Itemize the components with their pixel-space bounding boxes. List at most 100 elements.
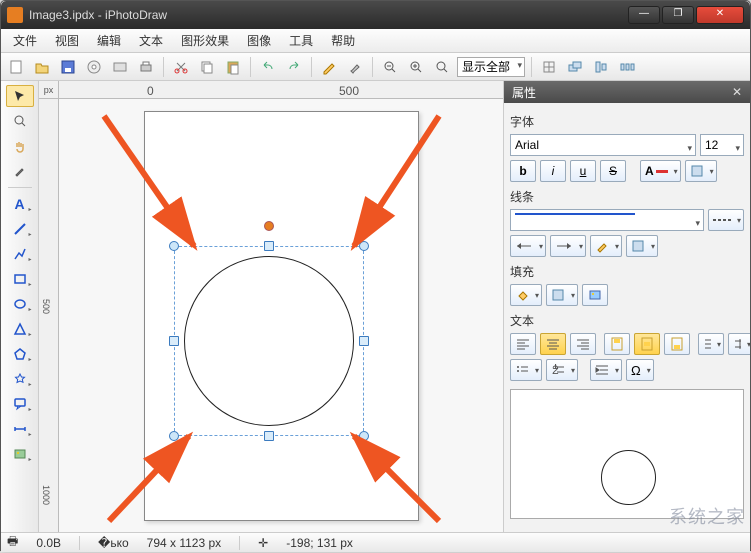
save-button[interactable] xyxy=(57,56,79,78)
svg-text:2: 2 xyxy=(552,364,559,376)
triangle-tool[interactable]: ▸ xyxy=(6,318,34,340)
maximize-button[interactable]: ❐ xyxy=(662,6,694,24)
line-start-button[interactable] xyxy=(510,235,546,257)
zoom-fit-button[interactable] xyxy=(431,56,453,78)
line-tool[interactable]: ▸ xyxy=(6,218,34,240)
zoom-in-button[interactable] xyxy=(405,56,427,78)
align-button[interactable] xyxy=(590,56,612,78)
line-style-combo[interactable] xyxy=(510,209,704,231)
menu-view[interactable]: 视图 xyxy=(47,29,87,52)
fill-color-button[interactable] xyxy=(510,284,542,306)
titlebar: Image3.ipdx - iPhotoDraw — ❐ ✕ xyxy=(1,1,750,29)
cut-button[interactable] xyxy=(170,56,192,78)
menu-text[interactable]: 文本 xyxy=(131,29,171,52)
rectangle-tool[interactable]: ▸ xyxy=(6,268,34,290)
polygon-tool[interactable]: ▸ xyxy=(6,343,34,365)
handle-e[interactable] xyxy=(359,336,369,346)
distribute-button[interactable] xyxy=(616,56,638,78)
edit-shape-button[interactable] xyxy=(318,56,340,78)
paste-button[interactable] xyxy=(222,56,244,78)
brush-button[interactable] xyxy=(344,56,366,78)
text-tool[interactable]: A▸ xyxy=(6,193,34,215)
minimize-button[interactable]: — xyxy=(628,6,660,24)
font-section-label: 字体 xyxy=(510,113,744,130)
disc-button[interactable] xyxy=(83,56,105,78)
layers-button[interactable] xyxy=(564,56,586,78)
undo-button[interactable] xyxy=(257,56,279,78)
tool-tray: A▸ ▸ ▸ ▸ ▸ ▸ ▸ ▸ ▸ ▸ ▸ xyxy=(1,81,39,532)
line-section-label: 线条 xyxy=(510,188,744,205)
align-right-button[interactable] xyxy=(570,333,596,355)
line-pattern-button[interactable] xyxy=(626,235,658,257)
ruler-unit: px xyxy=(39,81,59,99)
image-tool[interactable]: ▸ xyxy=(6,443,34,465)
handle-w[interactable] xyxy=(169,336,179,346)
zoom-tool[interactable] xyxy=(6,110,34,132)
menu-edit[interactable]: 编辑 xyxy=(89,29,129,52)
text-section-label: 文本 xyxy=(510,312,744,329)
valign-bottom-button[interactable] xyxy=(664,333,690,355)
window-title: Image3.ipdx - iPhotoDraw xyxy=(29,8,628,22)
zoom-out-button[interactable] xyxy=(379,56,401,78)
callout-tool[interactable]: ▸ xyxy=(6,393,34,415)
copy-button[interactable] xyxy=(196,56,218,78)
number-list-button[interactable]: 12 xyxy=(546,359,578,381)
font-name-combo[interactable]: Arial xyxy=(510,134,696,156)
font-color-button[interactable]: A xyxy=(640,160,681,182)
align-center-button[interactable] xyxy=(540,333,566,355)
status-cursor: -198; 131 px xyxy=(286,536,353,550)
ellipse-tool[interactable]: ▸ xyxy=(6,293,34,315)
properties-panel: 属性 ✕ 字体 Arial 12 b i u S A 线条 xyxy=(504,81,750,532)
star-tool[interactable]: ▸ xyxy=(6,368,34,390)
properties-body: 字体 Arial 12 b i u S A 线条 xyxy=(504,103,750,532)
rotation-handle[interactable] xyxy=(264,221,274,231)
dimension-tool[interactable]: ▸ xyxy=(6,418,34,440)
hand-tool[interactable] xyxy=(6,135,34,157)
redo-button[interactable] xyxy=(283,56,305,78)
line-color-button[interactable] xyxy=(590,235,622,257)
polyline-tool[interactable]: ▸ xyxy=(6,243,34,265)
zoom-combo[interactable]: 显示全部 xyxy=(457,57,525,77)
symbol-button[interactable]: Ω xyxy=(626,359,654,381)
valign-middle-button[interactable] xyxy=(634,333,660,355)
close-button[interactable]: ✕ xyxy=(696,6,744,24)
strike-button[interactable]: S xyxy=(600,160,626,182)
bold-button[interactable]: b xyxy=(510,160,536,182)
handle-n[interactable] xyxy=(264,241,274,251)
italic-button[interactable]: i xyxy=(540,160,566,182)
text-direction-button[interactable] xyxy=(698,333,724,355)
annotation-arrow-sw xyxy=(99,421,209,531)
properties-close-icon[interactable]: ✕ xyxy=(732,85,742,99)
font-size-combo[interactable]: 12 xyxy=(700,134,744,156)
valign-top-button[interactable] xyxy=(604,333,630,355)
canvas-area[interactable]: px 0 500 500 1000 xyxy=(39,81,504,532)
properties-titlebar: 属性 ✕ xyxy=(504,81,750,103)
line-end-button[interactable] xyxy=(550,235,586,257)
bullet-list-button[interactable] xyxy=(510,359,542,381)
preview-circle xyxy=(601,450,656,505)
select-tool[interactable] xyxy=(6,85,34,107)
menu-tools[interactable]: 工具 xyxy=(281,29,321,52)
menu-file[interactable]: 文件 xyxy=(5,29,45,52)
status-dim-icon: �ько xyxy=(98,536,129,550)
handle-s[interactable] xyxy=(264,431,274,441)
line-dash-button[interactable] xyxy=(708,209,744,231)
underline-button[interactable]: u xyxy=(570,160,596,182)
annotation-arrow-ne xyxy=(339,111,449,261)
fill-image-button[interactable] xyxy=(582,284,608,306)
menu-help[interactable]: 帮助 xyxy=(323,29,363,52)
line-spacing-button[interactable] xyxy=(728,333,750,355)
print-button[interactable] xyxy=(135,56,157,78)
new-button[interactable] xyxy=(5,56,27,78)
indent-button[interactable] xyxy=(590,359,622,381)
open-button[interactable] xyxy=(31,56,53,78)
font-highlight-button[interactable] xyxy=(685,160,717,182)
main-toolbar: 显示全部 xyxy=(1,53,750,81)
scanner-button[interactable] xyxy=(109,56,131,78)
menu-effects[interactable]: 图形效果 xyxy=(173,29,237,52)
grid-button[interactable] xyxy=(538,56,560,78)
eyedropper-tool[interactable] xyxy=(6,160,34,182)
align-left-button[interactable] xyxy=(510,333,536,355)
menu-image[interactable]: 图像 xyxy=(239,29,279,52)
fill-pattern-button[interactable] xyxy=(546,284,578,306)
